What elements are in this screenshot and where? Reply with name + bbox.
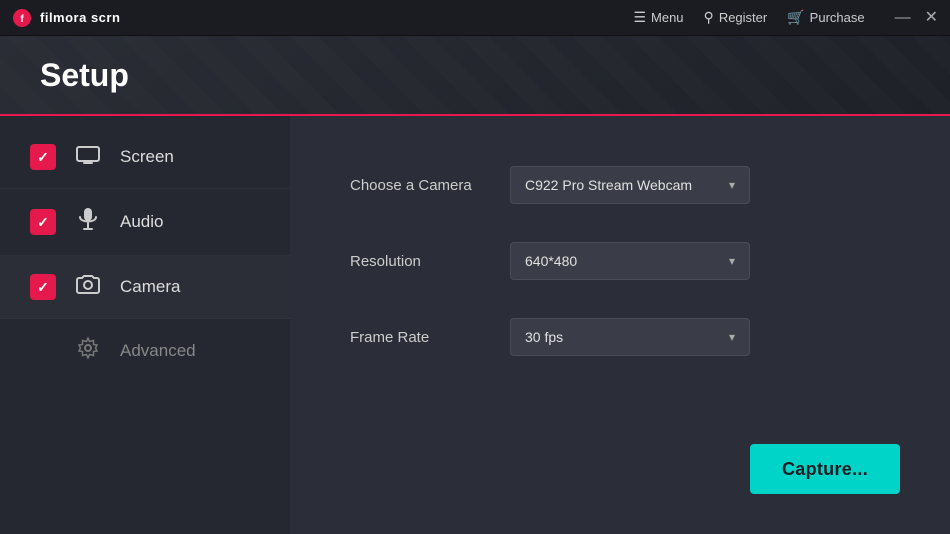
register-button[interactable]: ⚲ Register <box>704 9 768 26</box>
sidebar-screen-label: Screen <box>120 147 174 167</box>
sidebar-item-screen[interactable]: ✓ Screen <box>0 126 290 189</box>
camera-value: C922 Pro Stream Webcam <box>525 177 692 193</box>
screen-icon <box>74 144 102 170</box>
resolution-dropdown-arrow-icon: ▾ <box>729 254 735 268</box>
main-content: ✓ Screen ✓ <box>0 116 950 534</box>
resolution-dropdown[interactable]: 640*480 ▾ <box>510 242 750 280</box>
titlebar: f filmora scrn ☰ Menu ⚲ Register 🛒 Purch… <box>0 0 950 36</box>
sidebar-item-audio[interactable]: ✓ Audio <box>0 189 290 256</box>
sidebar-advanced-label: Advanced <box>120 341 196 361</box>
filmora-logo-icon: f <box>12 8 32 28</box>
framerate-setting-row: Frame Rate 30 fps ▾ <box>350 318 890 356</box>
camera-dropdown-arrow-icon: ▾ <box>729 178 735 192</box>
menu-button[interactable]: ☰ Menu <box>633 9 683 26</box>
titlebar-left: f filmora scrn <box>12 8 120 28</box>
sidebar: ✓ Screen ✓ <box>0 116 290 534</box>
sidebar-item-camera[interactable]: ✓ Camera <box>0 256 290 319</box>
resolution-label: Resolution <box>350 253 510 270</box>
titlebar-right: ☰ Menu ⚲ Register 🛒 Purchase — ✕ <box>633 9 938 26</box>
check-icon: ✓ <box>37 149 49 166</box>
mic-icon <box>74 207 102 237</box>
audio-checkbox[interactable]: ✓ <box>30 209 56 235</box>
cart-icon: 🛒 <box>787 9 804 26</box>
resolution-value: 640*480 <box>525 253 577 269</box>
framerate-label: Frame Rate <box>350 329 510 346</box>
camera-label: Choose a Camera <box>350 177 510 194</box>
camera-dropdown[interactable]: C922 Pro Stream Webcam ▾ <box>510 166 750 204</box>
camera-icon <box>74 274 102 300</box>
sidebar-camera-label: Camera <box>120 277 180 297</box>
check-icon: ✓ <box>37 214 49 231</box>
resolution-setting-row: Resolution 640*480 ▾ <box>350 242 890 280</box>
close-button[interactable]: ✕ <box>925 10 938 26</box>
sidebar-item-advanced[interactable]: Advanced <box>0 319 290 383</box>
framerate-dropdown-arrow-icon: ▾ <box>729 330 735 344</box>
capture-button[interactable]: Capture... <box>750 444 900 494</box>
window-controls: — ✕ <box>895 10 938 26</box>
sidebar-audio-label: Audio <box>120 212 163 232</box>
camera-checkbox[interactable]: ✓ <box>30 274 56 300</box>
app-logo-text: filmora scrn <box>40 10 120 25</box>
menu-icon: ☰ <box>633 9 646 26</box>
purchase-button[interactable]: 🛒 Purchase <box>787 9 864 26</box>
setup-header: Setup <box>0 36 950 116</box>
framerate-value: 30 fps <box>525 329 563 345</box>
settings-panel: Choose a Camera C922 Pro Stream Webcam ▾… <box>290 116 950 534</box>
screen-checkbox[interactable]: ✓ <box>30 144 56 170</box>
minimize-button[interactable]: — <box>895 10 911 26</box>
gear-icon <box>74 337 102 365</box>
framerate-dropdown[interactable]: 30 fps ▾ <box>510 318 750 356</box>
camera-setting-row: Choose a Camera C922 Pro Stream Webcam ▾ <box>350 166 890 204</box>
page-title: Setup <box>40 57 129 94</box>
register-icon: ⚲ <box>704 9 714 26</box>
check-icon: ✓ <box>37 279 49 296</box>
